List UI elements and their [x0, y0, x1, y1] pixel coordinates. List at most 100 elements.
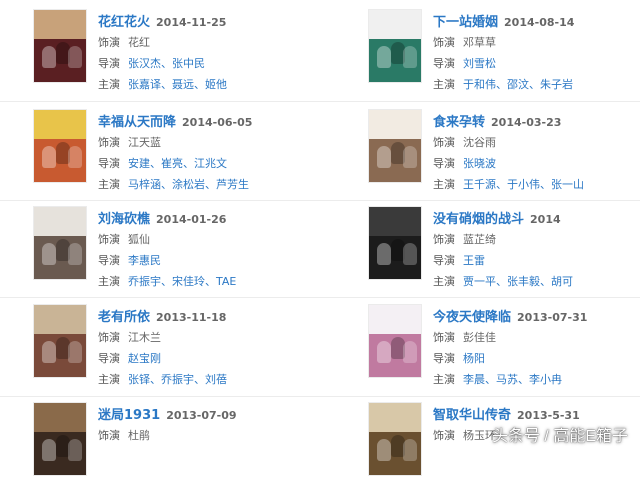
role-label: 饰演	[98, 36, 120, 49]
film-poster[interactable]	[34, 403, 86, 475]
film-card[interactable]: 今夜天使降临 2013-07-31 饰演 彭佳佳 导演 杨阳 主演 李晨、马苏、李小冉	[369, 305, 640, 401]
film-poster[interactable]	[369, 10, 421, 82]
film-card[interactable]: 刘海砍樵 2014-01-26 饰演 狐仙 导演 李惠民 主演 乔振宇、宋佳玲、TAE	[34, 207, 334, 303]
film-heading: 迷局1931 2013-07-09	[98, 403, 334, 425]
director-line: 导演 李惠民	[98, 250, 334, 271]
film-title-link[interactable]: 刘海砍樵	[98, 212, 150, 227]
director-link[interactable]: 张晓波	[463, 157, 496, 170]
film-poster[interactable]	[34, 110, 86, 182]
film-info: 花红花火 2014-11-25 饰演 花红 导演 张汉杰、张中民 主演 张嘉译、聂远、姬他	[98, 10, 334, 95]
film-poster[interactable]	[34, 305, 86, 377]
film-heading: 下一站婚姻 2014-08-14	[433, 10, 640, 32]
film-title-link[interactable]: 花红花火	[98, 15, 150, 30]
director-label: 导演	[98, 254, 120, 267]
film-poster[interactable]	[369, 305, 421, 377]
film-date: 2013-07-09	[166, 409, 237, 422]
film-date: 2013-07-31	[517, 311, 588, 324]
cast-label: 主演	[433, 78, 455, 91]
director-line: 导演 刘雪松	[433, 53, 640, 74]
role-line: 饰演 蓝芷绮	[433, 229, 640, 250]
film-poster[interactable]	[369, 403, 421, 475]
cast-label: 主演	[98, 275, 120, 288]
cast-link[interactable]: 乔振宇、宋佳玲、TAE	[128, 275, 236, 288]
role-label: 饰演	[98, 136, 120, 149]
director-line: 导演 张汉杰、张中民	[98, 53, 334, 74]
director-line: 导演 赵宝刚	[98, 348, 334, 369]
film-poster[interactable]	[369, 207, 421, 279]
director-link[interactable]: 王雷	[463, 254, 485, 267]
watermark-text: 头条号 / 高能E箱子	[491, 428, 628, 445]
director-link[interactable]: 赵宝刚	[128, 352, 161, 365]
film-title-link[interactable]: 迷局1931	[98, 408, 160, 423]
role-line: 饰演 邓草草	[433, 32, 640, 53]
director-line: 导演 杨阳	[433, 348, 640, 369]
film-poster[interactable]	[369, 110, 421, 182]
cast-label: 主演	[98, 373, 120, 386]
director-label: 导演	[98, 157, 120, 170]
film-card[interactable]: 没有硝烟的战斗 2014 饰演 蓝芷绮 导演 王雷 主演 贾一平、张丰毅、胡可	[369, 207, 640, 303]
cast-label: 主演	[98, 178, 120, 191]
film-title-link[interactable]: 下一站婚姻	[433, 15, 498, 30]
cast-link[interactable]: 李晨、马苏、李小冉	[463, 373, 562, 386]
cast-line: 主演 马梓涵、涂松岩、芦芳生	[98, 174, 334, 195]
film-date: 2013-11-18	[156, 311, 227, 324]
film-title-link[interactable]: 幸福从天而降	[98, 115, 176, 130]
director-line: 导演 张晓波	[433, 153, 640, 174]
role-name: 狐仙	[128, 233, 150, 246]
film-heading: 花红花火 2014-11-25	[98, 10, 334, 32]
role-line: 饰演 彭佳佳	[433, 327, 640, 348]
role-name: 花红	[128, 36, 150, 49]
film-title-link[interactable]: 智取华山传奇	[433, 408, 511, 423]
film-card[interactable]: 花红花火 2014-11-25 饰演 花红 导演 张汉杰、张中民 主演 张嘉译、聂远、姬他	[34, 10, 334, 106]
cast-line: 主演 李晨、马苏、李小冉	[433, 369, 640, 390]
film-title-link[interactable]: 没有硝烟的战斗	[433, 212, 524, 227]
role-label: 饰演	[98, 429, 120, 442]
film-info: 下一站婚姻 2014-08-14 饰演 邓草草 导演 刘雪松主演 于和伟、邵汶、朱子岩	[433, 10, 640, 95]
film-card[interactable]: 下一站婚姻 2014-08-14 饰演 邓草草 导演 刘雪松主演 于和伟、邵汶、朱子岩	[369, 10, 640, 106]
film-date: 2014	[530, 213, 561, 226]
film-heading: 刘海砍樵 2014-01-26	[98, 207, 334, 229]
cast-label: 主演	[433, 275, 455, 288]
film-date: 2014-11-25	[156, 16, 227, 29]
cast-link[interactable]: 于和伟、邵汶、朱子岩	[463, 78, 573, 91]
film-title-link[interactable]: 今夜天使降临	[433, 310, 511, 325]
film-card[interactable]: 食来孕转 2014-03-23 饰演 沈谷雨 导演 张晓波 主演 王千源、于小伟、张一山	[369, 110, 640, 206]
director-label: 导演	[433, 352, 455, 365]
cast-link[interactable]: 张铎、乔振宇、刘蓓	[128, 373, 227, 386]
film-title-link[interactable]: 食来孕转	[433, 115, 485, 130]
cast-line: 主演 贾一平、张丰毅、胡可	[433, 271, 640, 292]
director-link[interactable]: 刘雪松	[463, 57, 496, 70]
cast-label: 主演	[433, 373, 455, 386]
film-card[interactable]: 迷局1931 2013-07-09 饰演 杜鹃	[34, 403, 334, 499]
role-label: 饰演	[98, 233, 120, 246]
cast-link[interactable]: 马梓涵、涂松岩、芦芳生	[128, 178, 249, 191]
role-line: 饰演 江天蓝	[98, 132, 334, 153]
role-line: 饰演 江木兰	[98, 327, 334, 348]
cast-link[interactable]: 张嘉译、聂远、姬他	[128, 78, 227, 91]
director-link[interactable]: 李惠民	[128, 254, 161, 267]
director-line: 导演 王雷	[433, 250, 640, 271]
film-date: 2013-5-31	[517, 409, 580, 422]
cast-link[interactable]: 贾一平、张丰毅、胡可	[463, 275, 573, 288]
film-info: 没有硝烟的战斗 2014 饰演 蓝芷绮 导演 王雷 主演 贾一平、张丰毅、胡可	[433, 207, 640, 292]
film-card[interactable]: 智取华山传奇 2013-5-31 饰演 杨玉环	[369, 403, 640, 499]
film-info: 食来孕转 2014-03-23 饰演 沈谷雨 导演 张晓波 主演 王千源、于小伟、张一山	[433, 110, 640, 195]
director-link[interactable]: 安建、崔亮、江兆文	[128, 157, 227, 170]
film-card[interactable]: 老有所依 2013-11-18 饰演 江木兰 导演 赵宝刚主演 张铎、乔振宇、刘蓓	[34, 305, 334, 401]
director-link[interactable]: 杨阳	[463, 352, 485, 365]
cast-line: 主演 乔振宇、宋佳玲、TAE	[98, 271, 334, 292]
role-name: 江木兰	[128, 331, 161, 344]
film-poster[interactable]	[34, 207, 86, 279]
director-link[interactable]: 张汉杰、张中民	[128, 57, 205, 70]
film-card[interactable]: 幸福从天而降 2014-06-05 饰演 江天蓝 导演 安建、崔亮、江兆文 主演 马梓涵、涂松…	[34, 110, 334, 206]
cast-label: 主演	[98, 78, 120, 91]
film-poster[interactable]	[34, 10, 86, 82]
role-label: 饰演	[433, 331, 455, 344]
cast-line: 主演 王千源、于小伟、张一山	[433, 174, 640, 195]
director-label: 导演	[98, 57, 120, 70]
film-info: 迷局1931 2013-07-09 饰演 杜鹃	[98, 403, 334, 446]
role-name: 杜鹃	[128, 429, 150, 442]
role-line: 饰演 狐仙	[98, 229, 334, 250]
cast-link[interactable]: 王千源、于小伟、张一山	[463, 178, 584, 191]
film-title-link[interactable]: 老有所依	[98, 310, 150, 325]
